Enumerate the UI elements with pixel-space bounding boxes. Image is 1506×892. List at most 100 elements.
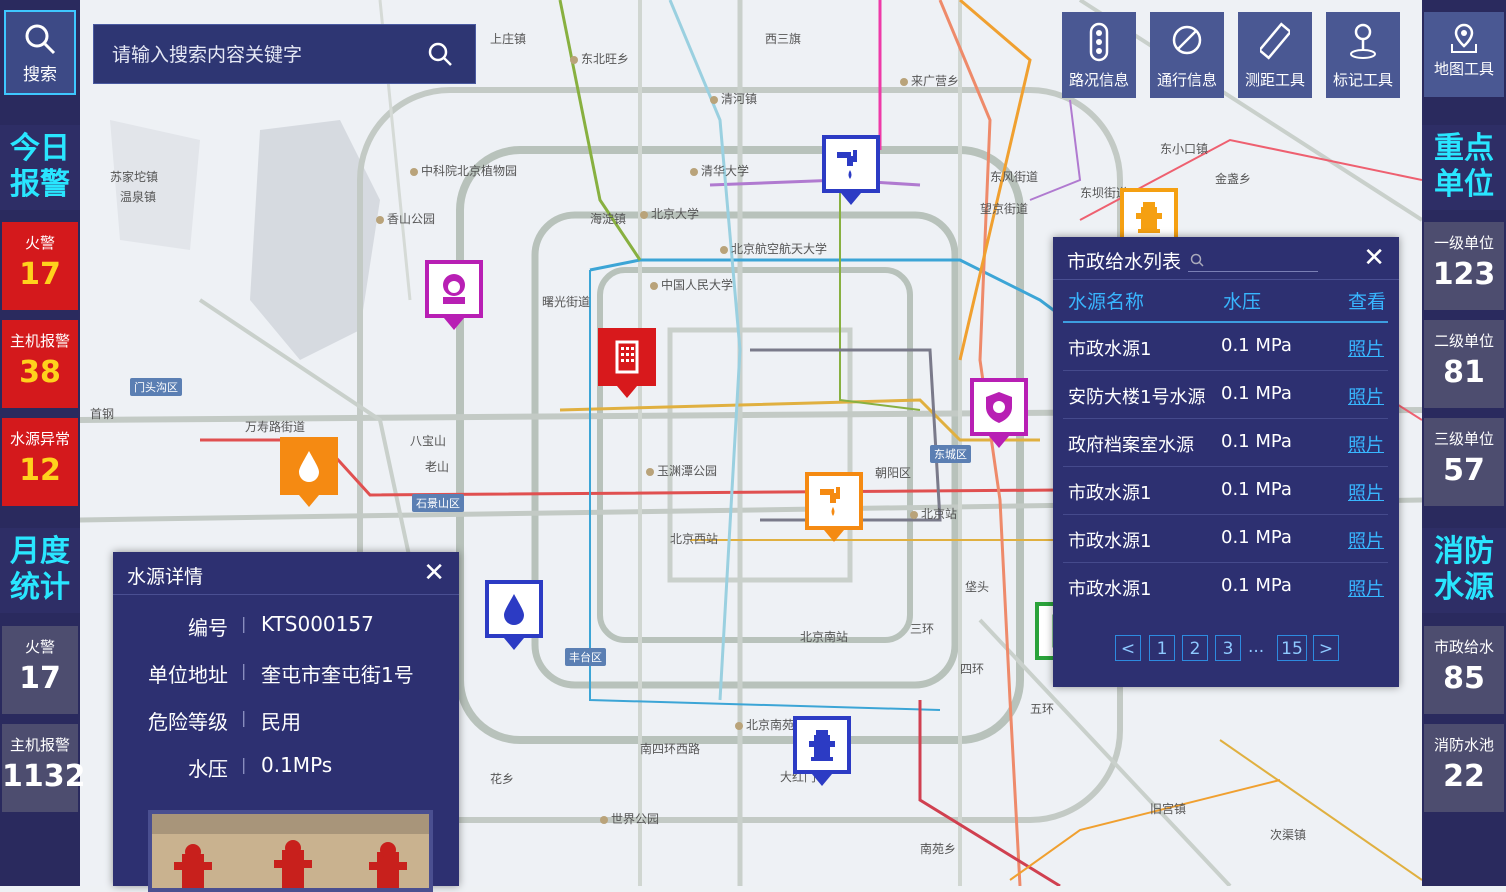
marker-tool-button[interactable]: 标记工具 <box>1326 12 1400 98</box>
page-button[interactable]: 3 <box>1215 635 1241 661</box>
left-sidebar: 搜索 今日报警 火警 17 主机报警 38 水源异常 12 月度统计 火警 17… <box>0 0 86 886</box>
stat-value: 38 <box>19 355 61 390</box>
separator: | <box>241 755 247 774</box>
close-icon[interactable]: ✕ <box>423 558 445 588</box>
map-label: 北京南站 <box>800 630 849 644</box>
search-icon[interactable] <box>1190 253 1204 267</box>
level2-units[interactable]: 二级单位 81 <box>1424 320 1504 408</box>
page-button[interactable]: 2 <box>1182 635 1208 661</box>
water-name: 市政水源1 <box>1068 483 1152 504</box>
month-fire-alarm[interactable]: 火警 17 <box>2 626 78 714</box>
security-marker[interactable] <box>970 378 1028 448</box>
today-host-alarm[interactable]: 主机报警 38 <box>2 320 78 408</box>
close-icon[interactable]: ✕ <box>1363 243 1385 273</box>
key-units-title: 重点单位 <box>1422 125 1506 210</box>
today-water-abnormal[interactable]: 水源异常 12 <box>2 418 78 506</box>
map-label: 中国人民大学 <box>650 276 733 293</box>
fire-hydrant-photo <box>152 814 429 888</box>
faucet-icon <box>820 487 840 516</box>
stat-label: 主机报警 <box>9 332 70 350</box>
stat-value: 17 <box>19 257 61 292</box>
no-entry-icon <box>1172 25 1202 55</box>
water-pressure: 0.1 MPa <box>1221 575 1292 596</box>
map-tools-label: 地图工具 <box>1433 60 1494 78</box>
water-pressure: 0.1 MPa <box>1221 527 1292 548</box>
table-header: 水源名称 水压 查看 <box>1063 277 1388 323</box>
photo-link[interactable]: 照片 <box>1348 383 1384 409</box>
tool-label: 测距工具 <box>1244 71 1305 89</box>
stat-label: 消防水池 <box>1433 736 1494 754</box>
prev-page-button[interactable]: < <box>1115 635 1141 661</box>
column-header: 查看 <box>1348 291 1387 313</box>
map-pin-icon <box>1451 23 1477 53</box>
water-tap-marker[interactable] <box>805 472 863 542</box>
panel-title: 市政给水列表 <box>1067 251 1182 273</box>
stat-label: 水源异常 <box>9 430 70 448</box>
column-header: 水源名称 <box>1068 291 1145 313</box>
level3-units[interactable]: 三级单位 57 <box>1424 418 1504 506</box>
stat-value: 57 <box>1443 453 1485 488</box>
fire-station-marker[interactable] <box>425 260 483 330</box>
photo-link[interactable]: 照片 <box>1348 527 1384 553</box>
map-label: 四环 <box>960 662 985 676</box>
map-tools-button[interactable]: 地图工具 <box>1424 12 1504 97</box>
photo-link[interactable]: 照片 <box>1348 575 1384 601</box>
photo-link[interactable]: 照片 <box>1348 335 1384 361</box>
search-button[interactable]: 搜索 <box>4 10 76 95</box>
map-label: 五环 <box>1030 702 1055 716</box>
table-row: 市政水源1 0.1 MPa 照片 <box>1063 323 1388 371</box>
water-name: 市政水源1 <box>1068 531 1152 552</box>
stat-label: 市政给水 <box>1433 638 1494 656</box>
building-icon <box>615 340 639 374</box>
stat-value: 17 <box>19 661 61 696</box>
filter-underline <box>1188 271 1318 272</box>
water-name: 市政水源1 <box>1068 339 1152 360</box>
map-label: 清华大学 <box>690 162 749 179</box>
photo-link[interactable]: 照片 <box>1348 479 1384 505</box>
map-label: 老山 <box>425 460 450 474</box>
hydrant-marker[interactable] <box>793 716 851 786</box>
table-row: 市政水源1 0.1 MPa 照片 <box>1063 563 1388 610</box>
district-badge: 门头沟区 <box>130 378 182 396</box>
separator: | <box>241 708 247 727</box>
water-name: 市政水源1 <box>1068 579 1152 600</box>
next-page-button[interactable]: > <box>1313 635 1339 661</box>
traffic-permit-button[interactable]: 通行信息 <box>1150 12 1224 98</box>
water-drop-marker[interactable] <box>485 580 543 650</box>
stat-value: 123 <box>1432 257 1496 292</box>
water-pressure: 0.1 MPa <box>1221 383 1292 404</box>
stat-value: 81 <box>1443 355 1485 390</box>
distance-tool-button[interactable]: 测距工具 <box>1238 12 1312 98</box>
building-marker[interactable] <box>598 328 656 398</box>
month-host-alarm[interactable]: 主机报警 1132 <box>2 724 86 812</box>
map-label: 苏家坨镇 <box>110 170 159 184</box>
map-label: 东风街道 <box>990 170 1039 184</box>
monthly-stats-title: 月度统计 <box>0 528 80 613</box>
detail-value: KTS000157 <box>261 612 374 636</box>
page-button[interactable]: 15 <box>1277 635 1307 661</box>
level1-units[interactable]: 一级单位 123 <box>1424 222 1504 310</box>
traffic-info-button[interactable]: 路况信息 <box>1062 12 1136 98</box>
fire-hydrant-icon <box>1136 202 1162 233</box>
firefighter-helmet-icon <box>443 274 465 304</box>
shield-icon <box>986 392 1012 423</box>
tool-label: 通行信息 <box>1156 71 1217 89</box>
search-icon <box>25 24 56 55</box>
detail-value: 民用 <box>261 710 301 734</box>
water-tap-marker[interactable] <box>822 135 880 205</box>
page-button[interactable]: 1 <box>1149 635 1175 661</box>
ruler-icon <box>1260 22 1290 60</box>
district-badge: 丰台区 <box>565 648 606 666</box>
detail-key: 单位地址 <box>148 663 228 687</box>
right-sidebar: 地图工具 重点单位 一级单位 123 二级单位 81 三级单位 57 消防水源 … <box>1422 0 1506 886</box>
municipal-water-count[interactable]: 市政给水 85 <box>1424 626 1504 714</box>
search-icon[interactable] <box>427 41 453 67</box>
search-input[interactable] <box>110 39 414 71</box>
today-fire-alarm[interactable]: 火警 17 <box>2 222 78 310</box>
map-label: 南苑乡 <box>920 842 957 856</box>
water-source-photo[interactable] <box>148 810 433 892</box>
fire-pool-count[interactable]: 消防水池 22 <box>1424 724 1504 812</box>
water-drop-marker[interactable] <box>280 437 338 507</box>
photo-link[interactable]: 照片 <box>1348 431 1384 457</box>
detail-row: 单位地址 | 奎屯市奎屯街1号 <box>113 653 458 693</box>
